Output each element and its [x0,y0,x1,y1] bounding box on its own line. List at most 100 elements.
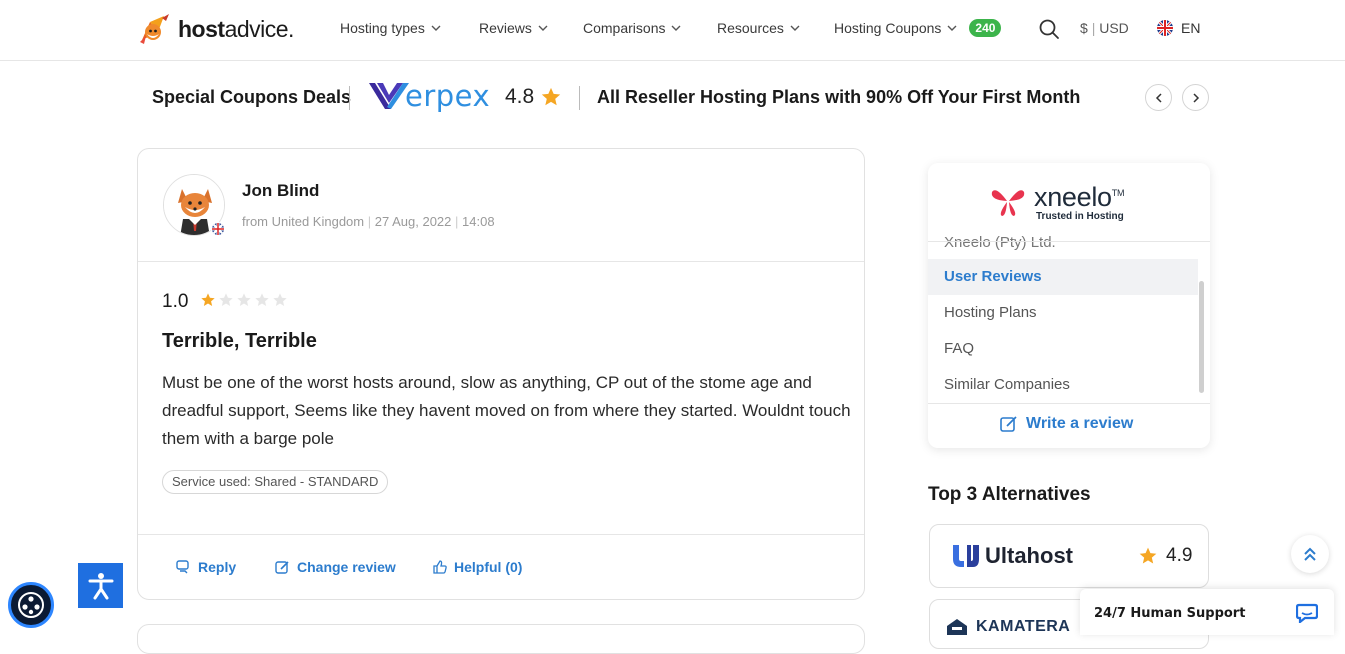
uk-flag-icon [211,222,225,236]
verpex-logo[interactable]: erpex [367,79,490,113]
xneelo-wordmark: xneeloTM [1034,182,1125,212]
helpful-label: Helpful (0) [454,559,523,575]
change-review-button[interactable]: Change review [275,559,396,575]
chevron-right-icon [1192,92,1199,103]
star-empty-icon [273,293,287,306]
kamatera-icon [947,619,967,635]
change-review-label: Change review [297,559,396,575]
brand-logo[interactable]: hostadvice. [136,12,294,46]
nav-label: Hosting Coupons [834,20,942,36]
chevron-down-icon [671,25,681,31]
divider [138,261,864,262]
review-card: Jon Blind from United Kingdom | 27 Aug, … [137,148,865,600]
verpex-wordmark: erpex [405,79,491,113]
nav-hosting-types[interactable]: Hosting types [340,20,441,36]
nav-hosting-coupons[interactable]: Hosting Coupons 240 [834,19,1002,37]
sidebar-item-user-reviews[interactable]: User Reviews [928,259,1198,295]
thumbs-up-icon [433,560,447,574]
alternative-rating: 4.9 [1138,545,1192,567]
scroll-to-top-button[interactable] [1291,535,1329,573]
accessibility-menu-button[interactable] [8,582,54,628]
star-empty-icon [219,293,233,306]
currency-code: USD [1099,20,1129,36]
search-icon[interactable] [1038,18,1060,40]
currency-selector[interactable]: $ | USD [1080,20,1129,36]
carousel-prev-button[interactable] [1145,84,1172,111]
ultahost-u-icon [953,545,979,567]
xneelo-butterfly-icon [991,189,1025,216]
company-nav-card: xneeloTM Trusted in Hosting Xneelo (Pty)… [928,163,1210,448]
double-chevron-up-icon [1304,547,1316,561]
ultahost-name: Ultahost [985,543,1073,568]
reply-label: Reply [198,559,237,575]
sidebar-scrollbar[interactable] [1199,281,1204,393]
accessibility-dots-icon [18,592,44,618]
service-used-tag: Service used: Shared - STANDARD [162,470,389,494]
alternatives-title: Top 3 Alternatives [928,484,1091,505]
reply-icon [176,560,189,574]
next-review-card [137,624,865,654]
chat-icon [1296,603,1318,623]
support-label: 24/7 Human Support [1094,606,1246,621]
coupons-title: Special Coupons Deals [152,87,352,107]
ultahost-logo: Ultahost [950,543,1073,569]
reviewer-name: Jon Blind [242,181,320,200]
rating-value: 4.8 [505,85,535,108]
sidebar-item-company-name[interactable]: Xneelo (Pty) Ltd. [944,234,1056,251]
reviewer-country: from United Kingdom [242,214,365,229]
review-time: 14:08 [462,214,495,229]
carousel-next-button[interactable] [1182,84,1209,111]
divider [579,86,580,110]
support-chat-widget[interactable]: 24/7 Human Support [1080,589,1334,635]
star-empty-icon [237,293,251,306]
site-header: hostadvice. Hosting types Reviews Compar… [0,0,1345,61]
chevron-down-icon [790,25,800,31]
chevron-down-icon [431,25,441,31]
divider [928,241,1210,242]
nav-label: Resources [717,20,784,36]
write-review-button[interactable]: Write a review [1000,415,1133,433]
edit-icon [275,560,289,574]
xneelo-logo[interactable]: xneeloTM Trusted in Hosting [990,179,1124,222]
coupon-count-badge: 240 [969,19,1002,37]
nav-resources[interactable]: Resources [717,20,800,36]
currency-separator: | [1091,20,1096,36]
sidebar-item-hosting-plans[interactable]: Hosting Plans [928,295,1198,331]
accessibility-button[interactable] [78,563,123,608]
sidebar-item-similar-companies[interactable]: Similar Companies [928,367,1198,403]
language-code: EN [1181,20,1201,36]
divider [138,534,864,535]
brand-name: hostadvice. [178,15,294,42]
nav-label: Hosting types [340,20,425,36]
chevron-down-icon [538,25,548,31]
coupon-rating: 4.8 [505,85,562,109]
rating-value: 4.9 [1166,545,1193,566]
helpful-button[interactable]: Helpful (0) [433,559,522,575]
nav-label: Comparisons [583,20,666,36]
chevron-left-icon [1155,92,1162,103]
reviewer-meta: from United Kingdom | 27 Aug, 2022 | 14:… [242,214,495,229]
star-filled-icon [201,293,215,306]
divider [928,403,1210,404]
edit-icon [1000,416,1017,432]
divider [349,86,350,110]
review-date: 27 Aug, 2022 [374,214,452,229]
reply-button[interactable]: Reply [176,559,236,575]
fox-rocket-logo-icon [140,14,169,44]
xneelo-tagline: Trusted in Hosting [1036,211,1124,222]
alternative-card-ultahost[interactable]: Ultahost 4.9 [929,524,1209,588]
write-review-label: Write a review [1026,415,1134,432]
star-rating [200,292,288,308]
language-selector[interactable]: EN [1157,20,1200,36]
review-score: 1.0 [162,291,189,312]
sidebar-item-faq[interactable]: FAQ [928,331,1198,367]
nav-reviews[interactable]: Reviews [479,20,548,36]
accessibility-person-icon [88,572,113,599]
star-icon [1139,547,1157,564]
kamatera-name: KAMATERA [976,618,1071,635]
uk-flag-icon [1157,20,1173,36]
review-title: Terrible, Terrible [162,330,317,352]
coupon-offer-link[interactable]: All Reseller Hosting Plans with 90% Off … [597,87,1080,108]
nav-comparisons[interactable]: Comparisons [583,20,681,36]
star-icon [542,87,561,106]
